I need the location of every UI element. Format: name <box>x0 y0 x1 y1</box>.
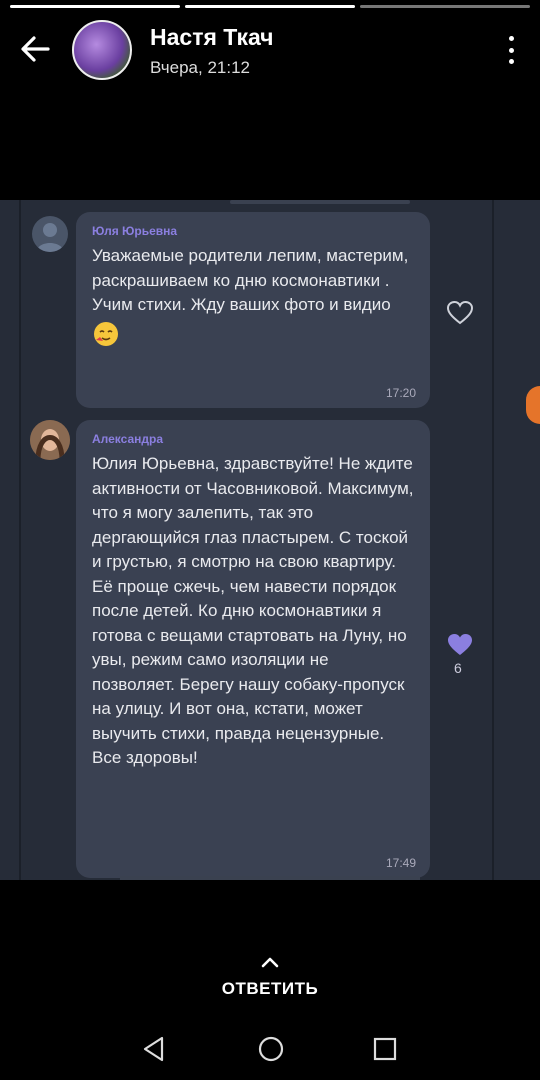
message-text: Юлия Юрьевна, здравствуйте! Не ждите акт… <box>92 454 414 767</box>
avatar <box>32 216 68 252</box>
recents-square-icon[interactable] <box>371 1034 399 1064</box>
progress-segment <box>360 5 530 8</box>
progress-segment <box>10 5 180 8</box>
story-progress <box>10 5 530 8</box>
divider <box>230 200 410 204</box>
message-text: Уважаемые родители лепим, мастерим, раск… <box>92 246 409 314</box>
message-time: 17:20 <box>385 386 416 400</box>
reaction-count: 6 <box>454 660 462 676</box>
more-vertical-icon[interactable] <box>506 36 516 64</box>
sender-name: Александра <box>92 432 164 446</box>
arrow-left-icon[interactable] <box>18 32 52 66</box>
smiling-face-emoji-icon <box>94 321 118 346</box>
divider <box>19 200 21 880</box>
message-bubble: Юля Юрьевна Уважаемые родители лепим, ма… <box>76 212 430 408</box>
sender-name: Юля Юрьевна <box>92 224 178 238</box>
heart-outline-icon <box>446 300 474 325</box>
message-bubble: Александра Юлия Юрьевна, здравствуйте! Н… <box>76 420 430 878</box>
progress-segment <box>185 5 355 8</box>
reply-button[interactable]: ОТВЕТИТЬ <box>0 955 540 999</box>
author-name[interactable]: Настя Ткач <box>150 24 274 51</box>
divider <box>120 876 420 880</box>
avatar[interactable] <box>72 20 132 80</box>
system-navigation-bar <box>0 1034 540 1066</box>
home-circle-icon[interactable] <box>256 1034 286 1064</box>
chevron-up-icon <box>261 957 279 968</box>
heart-filled-icon <box>448 634 472 655</box>
story-photo: Юля Юрьевна Уважаемые родители лепим, ма… <box>0 200 540 880</box>
back-triangle-icon[interactable] <box>140 1034 168 1064</box>
divider <box>492 200 494 880</box>
floating-badge <box>526 386 540 424</box>
post-time: Вчера, 21:12 <box>150 58 250 77</box>
reply-label: ОТВЕТИТЬ <box>221 979 319 998</box>
story-header: Настя Ткач Вчера, 21:12 <box>0 18 540 80</box>
message-time: 17:49 <box>385 856 416 870</box>
avatar <box>30 420 70 460</box>
